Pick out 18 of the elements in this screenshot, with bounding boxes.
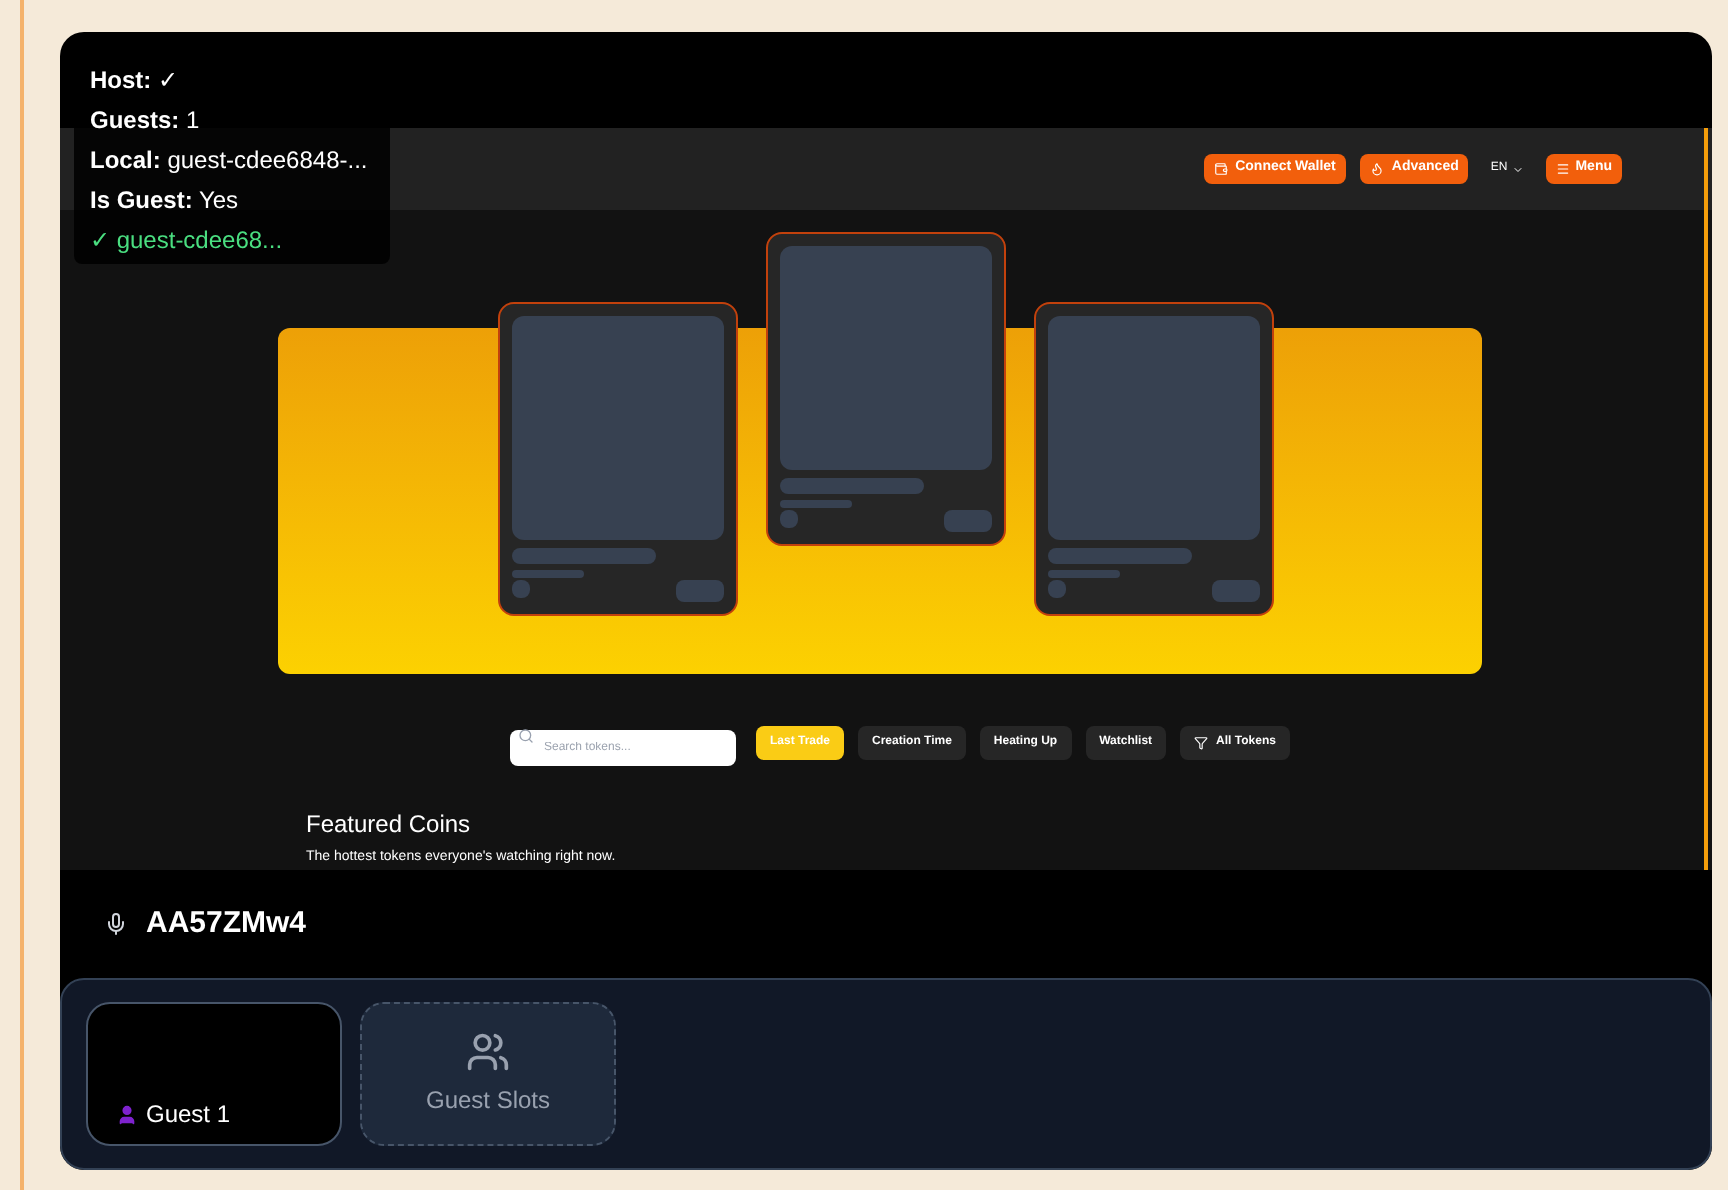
guest-slots-label: Guest Slots	[425, 1084, 551, 1118]
filter-icon	[1194, 735, 1209, 749]
debug-line: Is Guest: Yes	[90, 184, 241, 218]
debug-line: Guests: 1	[90, 104, 202, 138]
flame-icon	[1369, 162, 1384, 176]
guest-label: Guest 1	[116, 1096, 231, 1132]
debug-line: Host: ✓	[90, 64, 181, 98]
chevron-down-icon	[1511, 163, 1524, 175]
search-icon	[518, 728, 534, 744]
users-icon	[466, 1030, 510, 1074]
stream-name: AA57ZMw4	[146, 903, 307, 944]
user-icon	[116, 1103, 138, 1125]
microphone-icon	[104, 912, 128, 936]
section-title: Featured Coins	[306, 810, 473, 838]
menu-icon	[1555, 162, 1570, 176]
status-text: ✓ guest-cdee68...	[90, 224, 285, 258]
wallet-icon	[1213, 162, 1228, 176]
debug-line: Local: guest-cdee6848-...	[90, 144, 370, 178]
